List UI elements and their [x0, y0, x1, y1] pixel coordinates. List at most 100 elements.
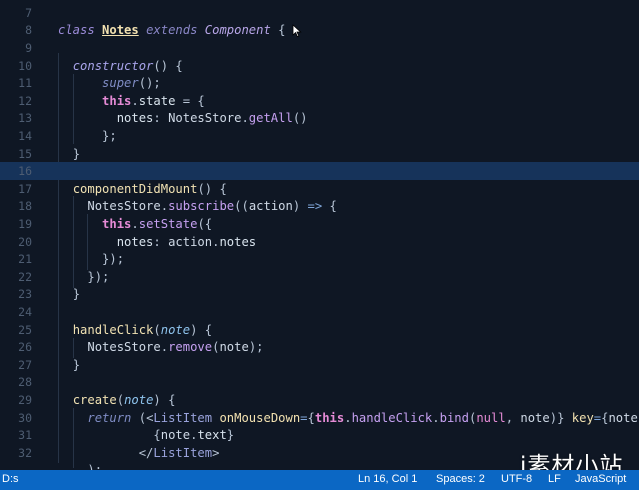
code-token: = {: [175, 93, 205, 108]
code-line[interactable]: 13 notes: NotesStore.getAll(): [0, 110, 639, 128]
code-line[interactable]: 19 this.setState({: [0, 215, 639, 233]
code-token: constructor: [72, 58, 154, 73]
code-token: ({: [197, 216, 213, 231]
line-ending[interactable]: LF: [548, 473, 561, 485]
file-encoding[interactable]: UTF-8: [501, 473, 532, 485]
code-token: ListItem: [153, 445, 213, 460]
line-number: 29: [18, 392, 32, 407]
code-line[interactable]: 7: [0, 4, 639, 22]
code-text: NotesStore.subscribe((action) => {: [32, 199, 337, 213]
code-token: .: [160, 199, 169, 214]
code-line[interactable]: 25 handleClick(note) {: [0, 321, 639, 339]
code-token: action: [248, 199, 293, 214]
code-token: ();: [138, 76, 161, 91]
code-line[interactable]: 29 create(note) {: [0, 391, 639, 409]
code-line[interactable]: 20 notes: action.notes: [0, 233, 639, 251]
line-number: 27: [18, 357, 32, 372]
code-line[interactable]: 10 constructor() {: [0, 57, 639, 75]
code-line[interactable]: 30 return (<ListItem onMouseDown={this.h…: [0, 409, 639, 427]
code-token: ) {: [153, 392, 176, 407]
code-token: bind: [439, 410, 469, 425]
line-number: 32: [18, 445, 32, 460]
code-token: extends: [146, 23, 198, 38]
line-number: 22: [18, 269, 32, 284]
code-token: () {: [153, 58, 183, 73]
code-token: remove: [168, 340, 213, 355]
code-token: NotesStore: [168, 111, 242, 126]
code-token: .: [160, 340, 169, 355]
line-number: 10: [18, 58, 32, 73]
code-token: return: [87, 410, 132, 425]
code-line[interactable]: 18 NotesStore.subscribe((action) => {: [0, 198, 639, 216]
code-line[interactable]: 24: [0, 303, 639, 321]
code-token: ListItem: [153, 410, 213, 425]
line-number: 26: [18, 340, 32, 355]
code-text: constructor() {: [32, 59, 183, 73]
code-line[interactable]: 23 }: [0, 286, 639, 304]
code-text: handleClick(note) {: [32, 323, 212, 337]
code-line[interactable]: 11 super();: [0, 74, 639, 92]
line-number: 14: [18, 128, 32, 143]
code-line[interactable]: 8 class Notes extends Component {: [0, 22, 639, 40]
line-number: 31: [18, 428, 32, 443]
code-text: );: [32, 463, 102, 470]
code-line[interactable]: 27 }: [0, 356, 639, 374]
code-line[interactable]: 14 };: [0, 127, 639, 145]
code-text: }: [32, 358, 80, 372]
code-line[interactable]: 16: [0, 162, 639, 180]
code-token: () {: [197, 181, 227, 196]
code-text: this.setState({: [32, 217, 212, 231]
code-line[interactable]: 12 this.state = {: [0, 92, 639, 110]
code-line[interactable]: 21 });: [0, 250, 639, 268]
code-token: .: [432, 410, 440, 425]
status-left[interactable]: D:s: [2, 473, 19, 485]
code-token: NotesStore: [87, 340, 161, 355]
code-editor[interactable]: 7 8 class Notes extends Component {9 10 con…: [0, 0, 639, 470]
code-text: };: [32, 129, 117, 143]
language-mode[interactable]: JavaScript: [575, 473, 626, 485]
code-text: });: [32, 270, 109, 284]
code-token: .: [131, 216, 139, 231]
code-text: create(note) {: [32, 392, 176, 407]
code-token: };: [102, 128, 117, 143]
code-token: }: [72, 146, 81, 161]
code-line[interactable]: 9: [0, 39, 639, 57]
code-line[interactable]: 31 {note.text}: [0, 426, 639, 444]
line-number: 9: [25, 40, 32, 55]
code-token: }: [226, 428, 235, 443]
code-line[interactable]: 17 componentDidMount() {: [0, 180, 639, 198]
code-token: {: [322, 199, 337, 214]
code-token: (: [116, 392, 125, 407]
code-token: null: [476, 410, 506, 425]
code-line[interactable]: 28: [0, 374, 639, 392]
code-text: {note.text}: [32, 428, 234, 442]
code-token: text: [197, 428, 227, 443]
line-number: 25: [18, 322, 32, 337]
code-text: return (<ListItem onMouseDown={this.hand…: [32, 411, 639, 425]
code-token: super: [102, 76, 139, 91]
line-number: 18: [18, 199, 32, 214]
cursor-position[interactable]: Ln 16, Col 1: [358, 473, 417, 485]
code-line[interactable]: 26 NotesStore.remove(note);: [0, 338, 639, 356]
line-number: 7: [25, 5, 32, 20]
code-text: super();: [32, 76, 161, 90]
code-line[interactable]: 22 });: [0, 268, 639, 286]
code-token: }: [72, 357, 81, 372]
indentation-setting[interactable]: Spaces: 2: [436, 473, 485, 485]
code-token: componentDidMount: [72, 181, 198, 196]
code-line[interactable]: 15 }: [0, 145, 639, 163]
code-token: handleClick: [72, 322, 154, 337]
code-token: notes: [116, 111, 154, 126]
code-token: );: [87, 463, 102, 470]
